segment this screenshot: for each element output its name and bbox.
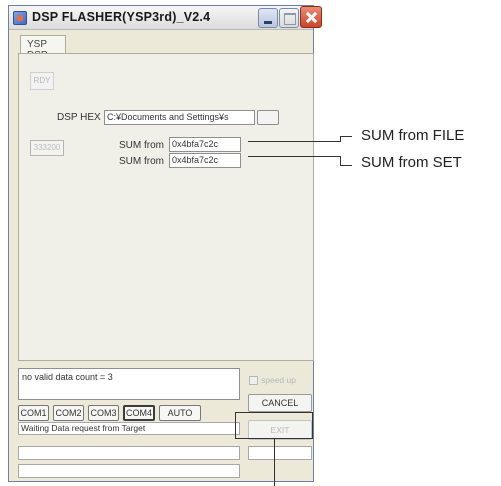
close-button[interactable]	[300, 6, 322, 28]
callout-line-file-h2	[340, 136, 352, 137]
sum-button[interactable]: 333200	[30, 140, 64, 156]
tab-ysp-dsp[interactable]: YSP DSP	[20, 35, 66, 61]
sum-from-set-field: 0x4bfa7c2c	[169, 153, 241, 168]
com1-button[interactable]: COM1	[18, 405, 49, 421]
sum-from-set-label: SUM from	[119, 156, 164, 167]
exit-highlight-box	[235, 412, 313, 439]
callout-sum-from-file: SUM from FILE	[361, 127, 465, 144]
callout-line-set-h2	[340, 165, 352, 166]
cancel-button[interactable]: CANCEL	[248, 394, 312, 412]
title-bar[interactable]: DSP FLASHER(YSP3rd)_V2.4	[9, 6, 322, 30]
app-icon	[13, 11, 27, 25]
callout-line-set-h1	[248, 156, 340, 157]
com4-button[interactable]: COM4	[123, 405, 155, 421]
callout-sum-from-set: SUM from SET	[361, 154, 462, 171]
progress-bar-1	[18, 446, 240, 460]
sum-from-file-field: 0x4bfa7c2c	[169, 137, 241, 152]
rdy-indicator: RDY	[30, 72, 54, 90]
dsp-hex-path-field[interactable]: C:¥Documents and Settings¥s	[104, 110, 255, 125]
maximize-button[interactable]	[279, 8, 299, 28]
com2-button[interactable]: COM2	[53, 405, 84, 421]
callout-line-file-h1	[248, 141, 340, 142]
tab-panel	[18, 53, 314, 361]
status-line: Waiting Data request from Target	[18, 422, 240, 435]
auto-button[interactable]: AUTO	[159, 405, 201, 421]
window-title: DSP FLASHER(YSP3rd)_V2.4	[32, 10, 211, 24]
browse-button[interactable]	[257, 110, 279, 125]
callout-line-exit	[274, 439, 275, 486]
minimize-button[interactable]	[258, 8, 278, 28]
progress-bar-2	[18, 464, 240, 478]
speed-up-checkbox[interactable]	[249, 376, 258, 385]
dsp-hex-label: DSP HEX	[57, 112, 101, 123]
com3-button[interactable]: COM3	[88, 405, 119, 421]
message-box: no valid data count = 3	[18, 368, 240, 400]
speed-up-label: speed up	[261, 375, 296, 385]
sum-from-file-label: SUM from	[119, 140, 164, 151]
progress-bar-right	[248, 446, 312, 460]
app-window: DSP FLASHER(YSP3rd)_V2.4 YSP DSP RDY DSP…	[8, 5, 322, 482]
